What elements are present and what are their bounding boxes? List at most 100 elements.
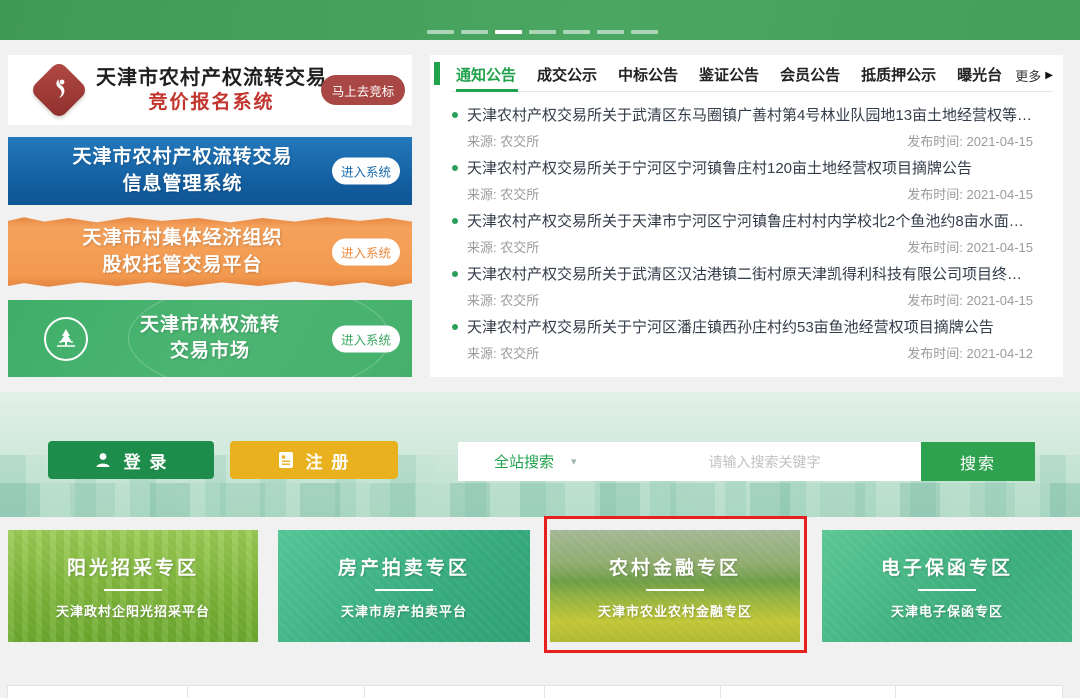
more-link[interactable]: 更多 ▶	[1015, 66, 1053, 85]
footer-nav-box[interactable]	[720, 685, 896, 698]
news-title[interactable]: 天津农村产权交易所关于宁河区宁河镇鲁庄村120亩土地经营权项目摘牌公告	[467, 157, 972, 178]
news-date: 发布时间: 2021-04-12	[907, 343, 1033, 362]
zone-card-title: 房产拍卖专区	[338, 553, 470, 580]
tab-exposure[interactable]: 曝光台	[957, 64, 1002, 85]
zone-card-title: 阳光招采专区	[67, 553, 199, 580]
tab-member[interactable]: 会员公告	[780, 64, 840, 85]
tab-divider-line	[451, 91, 1053, 92]
site-title: 天津市农村产权流转交易	[96, 66, 327, 91]
footer-nav-box[interactable]	[187, 685, 365, 698]
search-button[interactable]: 搜索	[921, 442, 1035, 481]
carousel-dash-2[interactable]	[461, 30, 488, 34]
id-card-icon	[278, 451, 294, 469]
banner-line1: 天津市林权流转	[103, 312, 317, 339]
search-scope-label: 全站搜索	[494, 451, 554, 472]
footer-nav-box[interactable]	[544, 685, 721, 698]
hero-section: 登 录 注 册 全站搜索 ▾ 搜索	[0, 392, 1080, 517]
site-logo-icon	[29, 60, 88, 119]
zone-card-electronic-guarantee[interactable]: 电子保函专区 天津电子保函专区	[822, 530, 1072, 642]
banner-line1: 天津市村集体经济组织	[48, 225, 317, 252]
banner-text: 天津市村集体经济组织 股权托管交易平台	[48, 225, 317, 278]
carousel-dash-3-active[interactable]	[495, 30, 522, 34]
banner-line1: 天津市农村产权流转交易	[48, 144, 317, 171]
search-input[interactable]	[608, 442, 921, 481]
carousel-dash-1[interactable]	[427, 30, 454, 34]
panel-accent-bar	[434, 62, 440, 85]
list-item[interactable]: 天津农村产权交易所关于天津市宁河区宁河镇鲁庄村村内学校北2个鱼池约8亩水面经营.…	[452, 210, 1033, 263]
news-title[interactable]: 天津农村产权交易所关于武清区东马圈镇广善村第4号林业队园地13亩土地经营权等4个…	[467, 104, 1033, 125]
list-item[interactable]: 天津农村产权交易所关于武清区汉沽港镇二街村原天津凯得利科技有限公司项目终结公告 …	[452, 263, 1033, 316]
bidding-system-card: 天津市农村产权流转交易 竞价报名系统 马上去竞标	[8, 55, 412, 125]
enter-system-button-orange[interactable]: 进入系统	[332, 239, 400, 266]
news-title[interactable]: 天津农村产权交易所关于宁河区潘庄镇西孙庄村约53亩鱼池经营权项目摘牌公告	[467, 316, 994, 337]
news-title[interactable]: 天津农村产权交易所关于武清区汉沽港镇二街村原天津凯得利科技有限公司项目终结公告	[467, 263, 1033, 284]
news-date: 发布时间: 2021-04-15	[907, 290, 1033, 309]
banner-text: 天津市林权流转 交易市场	[103, 312, 317, 365]
carousel-dash-6[interactable]	[597, 30, 624, 34]
zone-card-title: 电子保函专区	[881, 553, 1013, 580]
news-source: 来源: 农交所	[467, 131, 539, 150]
zone-card-title: 农村金融专区	[609, 553, 741, 580]
equity-custody-platform-banner[interactable]: 天津市村集体经济组织 股权托管交易平台 进入系统	[8, 215, 412, 289]
enter-system-button-blue[interactable]: 进入系统	[332, 158, 400, 185]
zone-card-divider	[646, 589, 704, 591]
announcement-tabs: 通知公告 成交公示 中标公告 鉴证公告 会员公告 抵质押公示 曝光台	[456, 64, 1002, 85]
news-source: 来源: 农交所	[467, 290, 539, 309]
list-item[interactable]: 天津农村产权交易所关于宁河区宁河镇鲁庄村120亩土地经营权项目摘牌公告 来源: …	[452, 157, 1033, 210]
zone-card-rural-finance[interactable]: 农村金融专区 天津市农业农村金融专区	[550, 530, 800, 642]
news-source: 来源: 农交所	[467, 237, 539, 256]
tree-icon	[44, 317, 88, 361]
banner-line2: 股权托管交易平台	[48, 252, 317, 279]
more-arrow-icon: ▶	[1045, 70, 1053, 81]
carousel-dash-5[interactable]	[563, 30, 590, 34]
search-scope-dropdown[interactable]: 全站搜索 ▾	[458, 442, 608, 481]
news-source: 来源: 农交所	[467, 184, 539, 203]
bullet-icon	[452, 112, 458, 118]
tab-deal-publicity[interactable]: 成交公示	[537, 64, 597, 85]
tab-pledge[interactable]: 抵质押公示	[861, 64, 936, 85]
announcement-list: 天津农村产权交易所关于武清区东马圈镇广善村第4号林业队园地13亩土地经营权等4个…	[452, 104, 1033, 369]
enter-system-button-green[interactable]: 进入系统	[332, 325, 400, 352]
site-subtitle: 竞价报名系统	[96, 91, 327, 115]
banner-line2: 交易市场	[103, 339, 317, 366]
bullet-icon	[452, 324, 458, 330]
footer-nav-box[interactable]	[364, 685, 545, 698]
chevron-down-icon: ▾	[571, 455, 577, 468]
bullet-icon	[452, 218, 458, 224]
forest-rights-market-banner[interactable]: 天津市林权流转 交易市场 进入系统	[8, 300, 412, 377]
tab-notice[interactable]: 通知公告	[456, 64, 516, 85]
list-item[interactable]: 天津农村产权交易所关于武清区东马圈镇广善村第4号林业队园地13亩土地经营权等4个…	[452, 104, 1033, 157]
tab-authentication[interactable]: 鉴证公告	[699, 64, 759, 85]
go-bid-button[interactable]: 马上去竞标	[321, 75, 405, 105]
zone-card-sunshine-procurement[interactable]: 阳光招采专区 天津政村企阳光招采平台	[8, 530, 258, 642]
zone-card-subtitle: 天津市房产拍卖平台	[341, 601, 467, 620]
banner-text: 天津市农村产权流转交易 信息管理系统	[48, 144, 317, 197]
tab-winning-bid[interactable]: 中标公告	[618, 64, 678, 85]
top-carousel-bar	[0, 0, 1080, 40]
register-label: 注 册	[306, 448, 351, 473]
zone-card-real-estate-auction[interactable]: 房产拍卖专区 天津市房产拍卖平台	[278, 530, 530, 642]
news-date: 发布时间: 2021-04-15	[907, 237, 1033, 256]
info-management-system-banner[interactable]: 天津市农村产权流转交易 信息管理系统 进入系统	[8, 137, 412, 205]
search-bar: 全站搜索 ▾ 搜索	[458, 442, 1035, 481]
zone-card-divider	[375, 589, 433, 591]
list-item[interactable]: 天津农村产权交易所关于宁河区潘庄镇西孙庄村约53亩鱼池经营权项目摘牌公告 来源:…	[452, 316, 1033, 369]
footer-nav-box[interactable]	[7, 685, 188, 698]
news-title[interactable]: 天津农村产权交易所关于天津市宁河区宁河镇鲁庄村村内学校北2个鱼池约8亩水面经营.…	[467, 210, 1033, 231]
footer-nav-box[interactable]	[895, 685, 1063, 698]
zone-card-subtitle: 天津电子保函专区	[891, 601, 1003, 620]
register-button[interactable]: 注 册	[230, 441, 398, 479]
zone-card-divider	[104, 589, 162, 591]
carousel-dash-4[interactable]	[529, 30, 556, 34]
more-label: 更多	[1015, 66, 1041, 85]
page: 天津市农村产权流转交易 竞价报名系统 马上去竞标 天津市农村产权流转交易 信息管…	[0, 0, 1080, 698]
carousel-indicators	[427, 30, 658, 34]
news-date: 发布时间: 2021-04-15	[907, 131, 1033, 150]
site-title-block: 天津市农村产权流转交易 竞价报名系统	[96, 66, 327, 115]
banner-line2: 信息管理系统	[48, 171, 317, 198]
login-label: 登 录	[124, 448, 169, 473]
active-tab-underline	[456, 89, 518, 92]
login-button[interactable]: 登 录	[48, 441, 214, 479]
user-icon	[94, 451, 112, 469]
carousel-dash-7[interactable]	[631, 30, 658, 34]
